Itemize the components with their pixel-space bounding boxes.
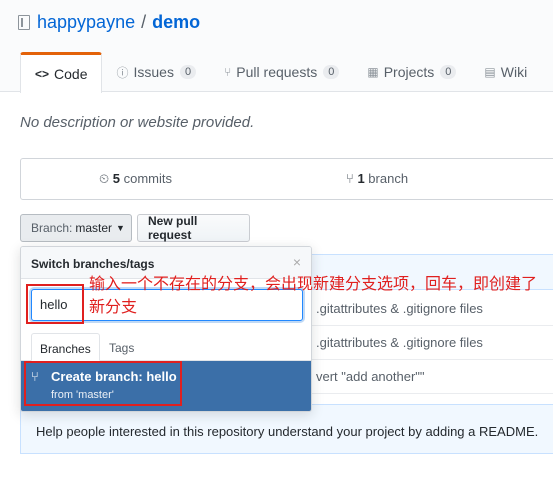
create-highlight-box [24, 361, 182, 406]
input-highlight-box [26, 284, 84, 324]
commits-link[interactable]: ⏲ 5 commits [99, 171, 172, 187]
dropdown-tabs: Branches Tags [21, 333, 311, 361]
file-row[interactable]: vert "add another"" [310, 360, 553, 394]
repo-summary: ⏲ 5 commits ⑂ 1 branch [20, 158, 553, 200]
repo-description: No description or website provided. [20, 114, 255, 131]
issues-counter: 0 [179, 65, 197, 79]
branch-icon: ⑂ [346, 171, 354, 186]
tab-label: Projects [383, 64, 435, 80]
branch-prefix: Branch: [31, 221, 73, 235]
tab-wiki[interactable]: ▤ Wiki [470, 52, 541, 92]
branches-link[interactable]: ⑂ 1 branch [346, 171, 408, 186]
history-icon: ⏲ [99, 171, 113, 186]
repo-owner-link[interactable]: happypayne [37, 12, 135, 33]
tab-issues[interactable]: ⓘ Issues 0 [102, 52, 210, 92]
tab-label: Wiki [500, 64, 528, 80]
project-icon: ▦ [367, 65, 379, 79]
pull-request-icon: ⑂ [224, 65, 232, 79]
current-branch: master [75, 221, 113, 235]
pull-requests-counter: 0 [323, 65, 340, 79]
repo-header: happypayne / demo <> Code ⓘ Issues 0 ⑂ P… [0, 0, 553, 93]
new-pull-request-button[interactable]: New pull request [137, 214, 250, 242]
code-icon: <> [35, 67, 50, 81]
tab-pull-requests[interactable]: ⑂ Pull requests 0 [210, 52, 353, 92]
repo-separator: / [141, 12, 147, 32]
wiki-icon: ▤ [484, 65, 496, 79]
annotation-text: 输入一个不存在的分支，会出现新建分支选项，回车，即创建了新分支 [89, 274, 538, 316]
caret-down-icon: ▼ [116, 223, 125, 233]
repo-title: happypayne / demo [18, 12, 200, 33]
tab-tags[interactable]: Tags [101, 333, 142, 361]
repo-icon [18, 15, 30, 30]
issue-icon: ⓘ [116, 65, 129, 80]
repo-name-link[interactable]: demo [152, 12, 200, 33]
tab-label: Pull requests [236, 64, 318, 80]
repo-nav: <> Code ⓘ Issues 0 ⑂ Pull requests 0 ▦ P… [20, 52, 541, 93]
tab-code[interactable]: <> Code [20, 52, 103, 93]
tab-label: Code [54, 66, 88, 82]
file-row[interactable]: .gitattributes & .gitignore files [310, 326, 553, 360]
tab-label: Issues [133, 64, 174, 80]
tab-projects[interactable]: ▦ Projects 0 [353, 52, 470, 92]
tab-branches[interactable]: Branches [31, 333, 100, 361]
projects-counter: 0 [440, 65, 457, 79]
branch-select-button[interactable]: Branch: master ▼ [20, 214, 132, 242]
close-icon[interactable]: × [293, 254, 301, 270]
